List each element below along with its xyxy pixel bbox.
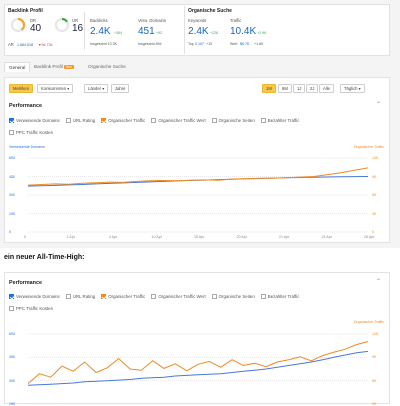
performance-chart-2 <box>27 333 369 405</box>
right-axis-tick: 3K <box>372 402 377 406</box>
left-axis-tick: 150 <box>9 402 15 406</box>
series-line <box>27 341 369 384</box>
